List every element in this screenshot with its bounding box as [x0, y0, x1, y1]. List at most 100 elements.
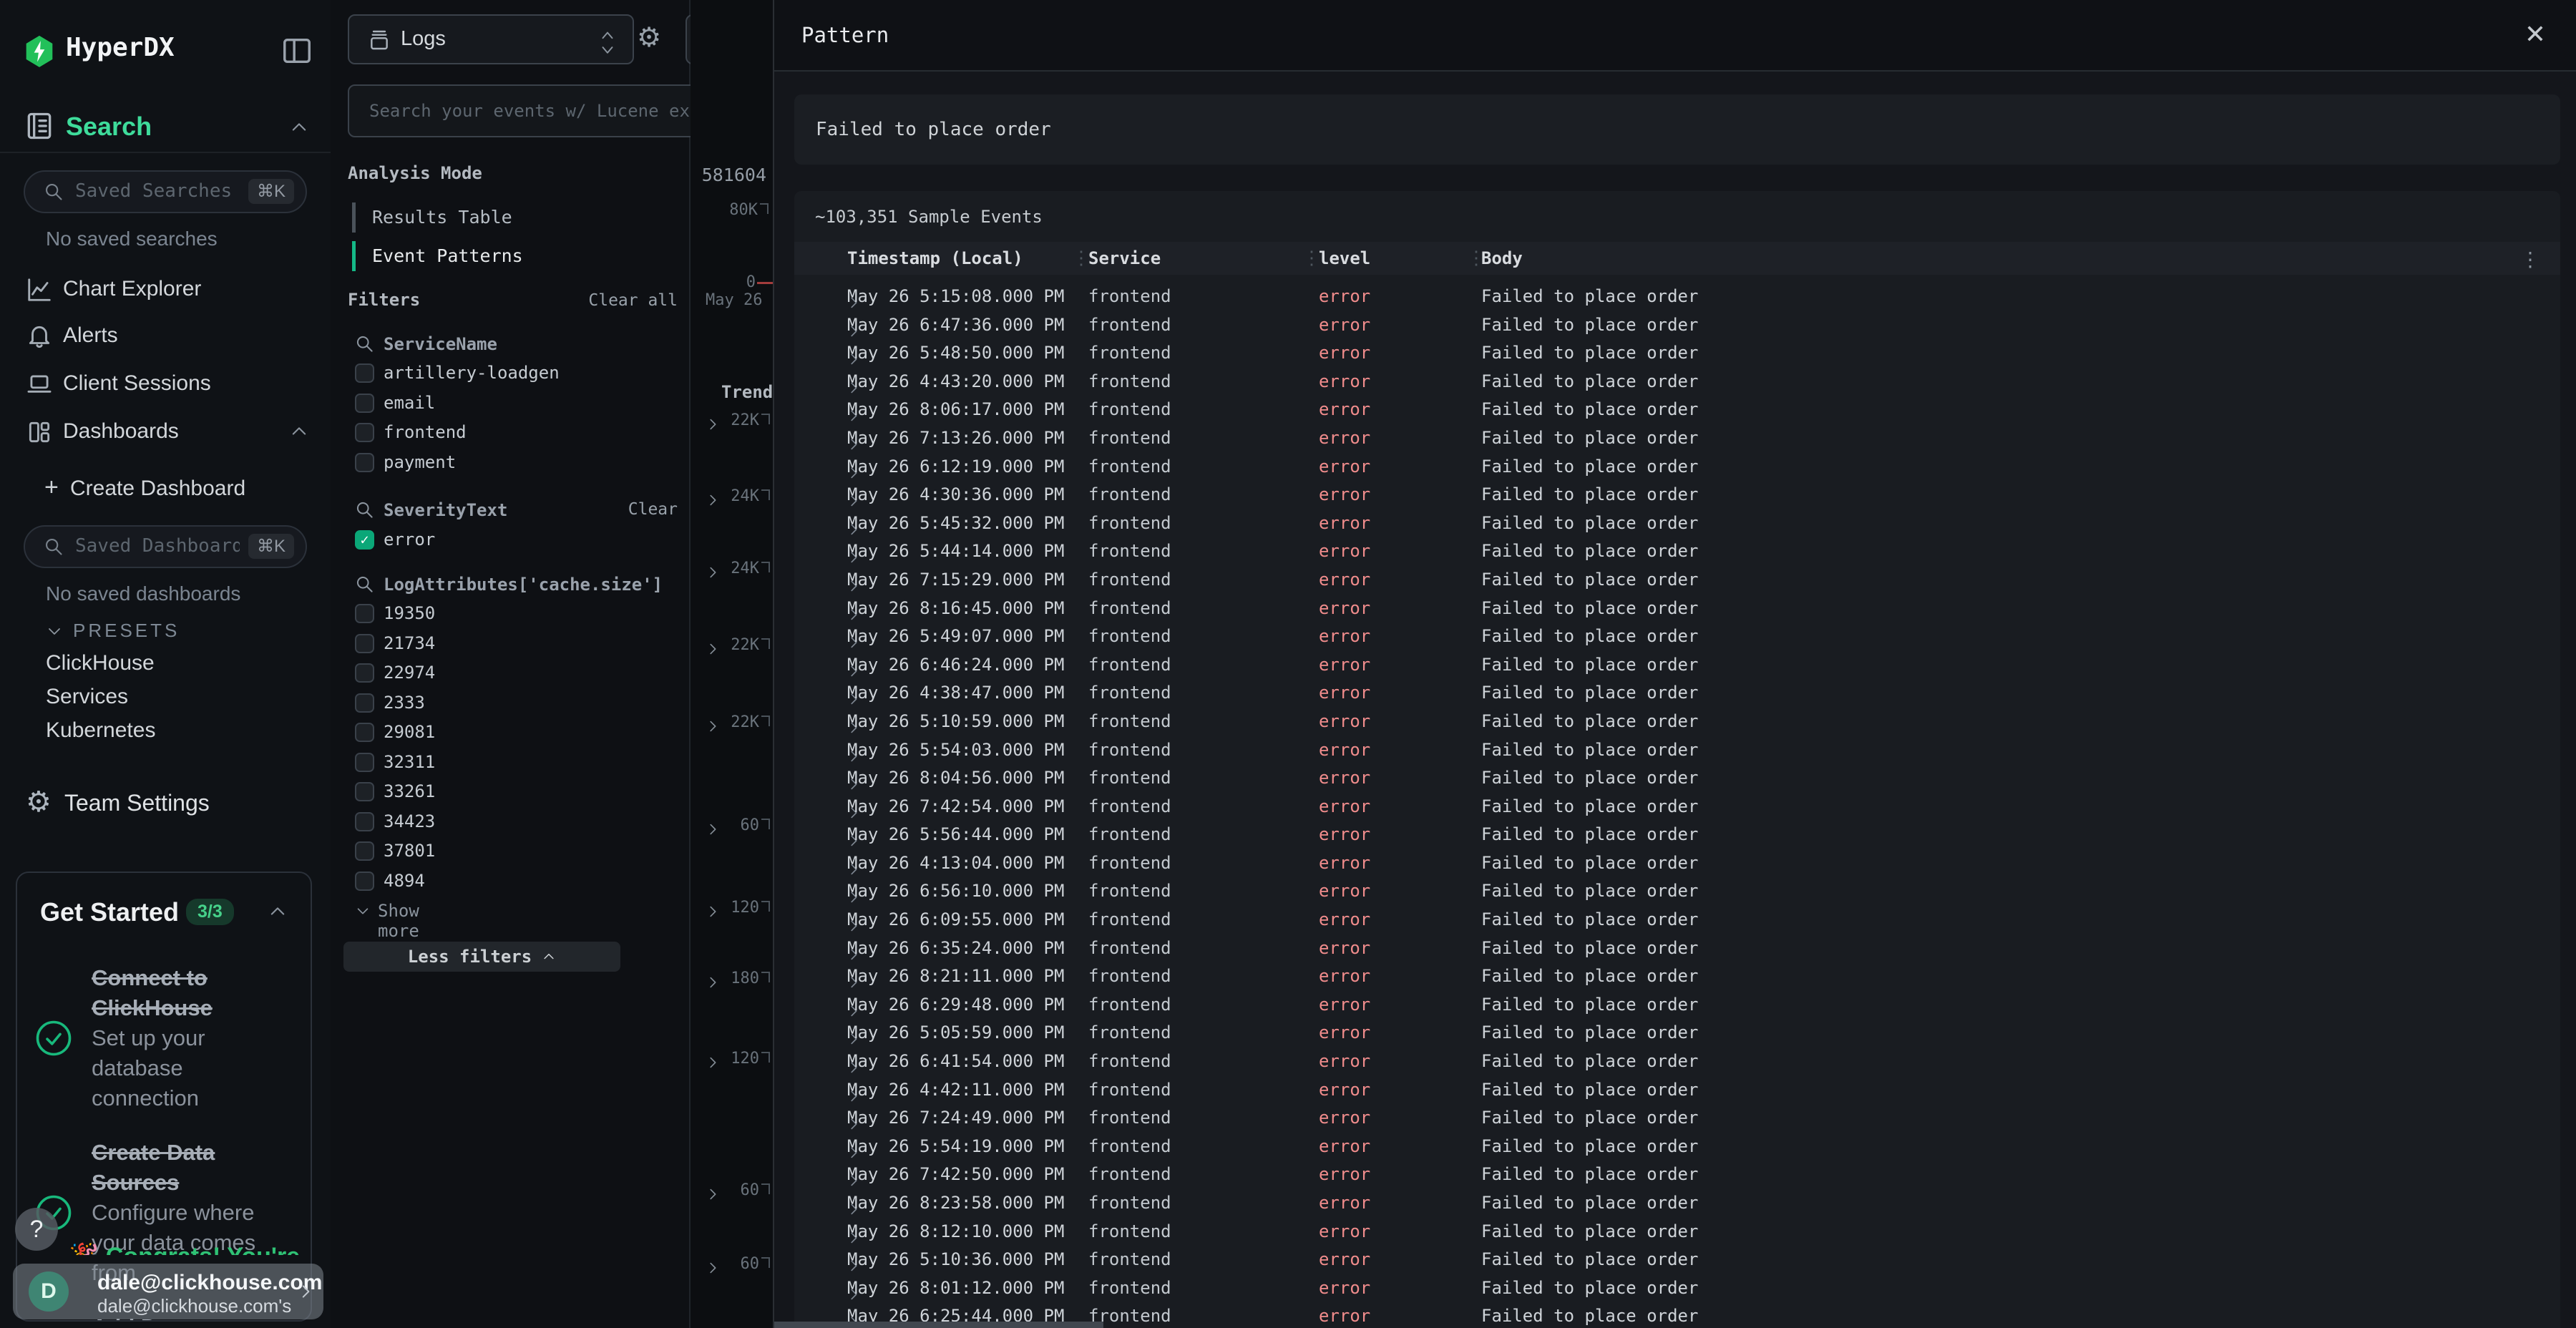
- filter-option[interactable]: 29081: [355, 718, 663, 748]
- sample-event-row[interactable]: May 26 4:30:36.000 PM frontend error Fai…: [794, 480, 2560, 509]
- chevron-right-icon[interactable]: [820, 1195, 836, 1211]
- chevron-right-icon[interactable]: [820, 288, 836, 304]
- sidebar-item-team-settings[interactable]: ⚙ Team Settings: [0, 784, 331, 821]
- sample-event-row[interactable]: May 26 5:49:07.000 PM frontend error Fai…: [794, 622, 2560, 650]
- search-section-header[interactable]: Search: [0, 107, 331, 147]
- analysis-option-results-table[interactable]: Results Table: [352, 201, 653, 234]
- sidebar-item-chart-explorer[interactable]: Chart Explorer: [0, 270, 331, 308]
- chevron-right-icon[interactable]: [698, 819, 713, 834]
- column-header-body[interactable]: Body: [1481, 248, 1523, 268]
- sample-event-row[interactable]: May 26 8:16:45.000 PM frontend error Fai…: [794, 594, 2560, 622]
- chevron-right-icon[interactable]: [820, 487, 836, 502]
- chevron-right-icon[interactable]: [820, 713, 836, 729]
- checkbox-checked[interactable]: ✓: [355, 530, 374, 550]
- filter-option[interactable]: 22974: [355, 658, 663, 688]
- sample-event-row[interactable]: May 26 7:24:49.000 PM frontend error Fai…: [794, 1103, 2560, 1132]
- chevron-right-icon[interactable]: [698, 1183, 713, 1199]
- chevron-right-icon[interactable]: [698, 489, 713, 505]
- column-header-level[interactable]: level: [1319, 248, 1370, 268]
- sample-event-row[interactable]: May 26 6:12:19.000 PM frontend error Fai…: [794, 452, 2560, 481]
- chevron-right-icon[interactable]: [820, 572, 836, 587]
- chevron-right-icon[interactable]: [820, 317, 836, 333]
- chevron-right-icon[interactable]: [820, 826, 836, 842]
- chevron-right-icon[interactable]: [820, 600, 836, 616]
- analysis-option-event-patterns[interactable]: Event Patterns: [352, 240, 653, 273]
- chevron-right-icon[interactable]: [820, 940, 836, 956]
- checkbox[interactable]: [355, 634, 374, 653]
- chevron-right-icon[interactable]: [820, 543, 836, 559]
- checkbox[interactable]: [355, 423, 374, 442]
- pattern-row-partial[interactable]: 120: [691, 898, 773, 919]
- chevron-right-icon[interactable]: [820, 628, 836, 644]
- chevron-right-icon[interactable]: [820, 374, 836, 389]
- checkbox[interactable]: [355, 693, 374, 713]
- filter-option[interactable]: payment: [355, 448, 663, 478]
- sample-event-row[interactable]: May 26 5:10:59.000 PM frontend error Fai…: [794, 707, 2560, 736]
- sample-event-row[interactable]: May 26 5:10:36.000 PM frontend error Fai…: [794, 1245, 2560, 1274]
- sidebar-item-client-sessions[interactable]: Client Sessions: [0, 365, 331, 402]
- chevron-right-icon[interactable]: [820, 742, 836, 758]
- sample-event-row[interactable]: May 26 7:42:54.000 PM frontend error Fai…: [794, 792, 2560, 821]
- chevron-right-icon[interactable]: [820, 912, 836, 927]
- chevron-right-icon[interactable]: [820, 459, 836, 474]
- sidebar-item-alerts[interactable]: Alerts: [0, 317, 331, 354]
- chevron-right-icon[interactable]: [820, 345, 836, 361]
- saved-dashboards-search[interactable]: ⌘K: [24, 525, 307, 568]
- help-button[interactable]: ?: [15, 1208, 58, 1251]
- sample-event-row[interactable]: May 26 6:09:55.000 PM frontend error Fai…: [794, 905, 2560, 934]
- clear-link[interactable]: Clear: [628, 500, 678, 519]
- chevron-right-icon[interactable]: [820, 1280, 836, 1296]
- sample-event-row[interactable]: May 26 6:41:54.000 PM frontend error Fai…: [794, 1047, 2560, 1075]
- chevron-right-icon[interactable]: [820, 968, 836, 984]
- pattern-row-partial[interactable]: 60: [691, 1181, 773, 1202]
- search-icon[interactable]: [355, 334, 374, 353]
- sample-event-row[interactable]: May 26 7:15:29.000 PM frontend error Fai…: [794, 565, 2560, 594]
- filter-option[interactable]: 37801: [355, 836, 663, 866]
- chevron-right-icon[interactable]: [698, 562, 713, 577]
- chevron-right-icon[interactable]: [820, 799, 836, 814]
- chevron-right-icon[interactable]: [820, 883, 836, 899]
- preset-item[interactable]: Services: [46, 685, 289, 718]
- filter-option[interactable]: email: [355, 389, 663, 419]
- sample-event-row[interactable]: May 26 4:13:04.000 PM frontend error Fai…: [794, 849, 2560, 877]
- filter-option[interactable]: ✓ error: [355, 525, 663, 555]
- search-icon[interactable]: [355, 500, 374, 519]
- sample-event-row[interactable]: May 26 6:56:10.000 PM frontend error Fai…: [794, 877, 2560, 905]
- chevron-right-icon[interactable]: [820, 515, 836, 531]
- sample-event-row[interactable]: May 26 5:45:32.000 PM frontend error Fai…: [794, 509, 2560, 537]
- filter-option[interactable]: 32311: [355, 748, 663, 778]
- sample-event-row[interactable]: May 26 5:05:59.000 PM frontend error Fai…: [794, 1018, 2560, 1047]
- sample-event-row[interactable]: May 26 8:12:10.000 PM frontend error Fai…: [794, 1217, 2560, 1246]
- saved-searches-input[interactable]: [74, 175, 241, 208]
- sample-event-row[interactable]: May 26 4:38:47.000 PM frontend error Fai…: [794, 678, 2560, 707]
- sample-event-row[interactable]: May 26 8:04:56.000 PM frontend error Fai…: [794, 763, 2560, 792]
- saved-searches-search[interactable]: ⌘K: [24, 170, 307, 213]
- checkbox[interactable]: [355, 394, 374, 413]
- filter-option[interactable]: frontend: [355, 418, 663, 448]
- sample-event-row[interactable]: May 26 5:48:50.000 PM frontend error Fai…: [794, 338, 2560, 367]
- source-settings-gear-icon[interactable]: ⚙: [637, 21, 661, 53]
- chevron-right-icon[interactable]: [820, 855, 836, 871]
- pattern-row-partial[interactable]: 22K: [691, 411, 773, 432]
- chevron-right-icon[interactable]: [698, 716, 713, 731]
- sample-event-row[interactable]: May 26 4:43:20.000 PM frontend error Fai…: [794, 367, 2560, 396]
- sample-event-row[interactable]: May 26 7:13:26.000 PM frontend error Fai…: [794, 424, 2560, 452]
- saved-dashboards-input[interactable]: [74, 529, 241, 562]
- chevron-right-icon[interactable]: [820, 770, 836, 786]
- chevron-right-icon[interactable]: [820, 1251, 836, 1267]
- chevron-right-icon[interactable]: [820, 1053, 836, 1069]
- sample-event-row[interactable]: May 26 8:21:11.000 PM frontend error Fai…: [794, 962, 2560, 990]
- sample-event-row[interactable]: May 26 8:23:58.000 PM frontend error Fai…: [794, 1188, 2560, 1217]
- pattern-row-partial[interactable]: 24K: [691, 559, 773, 580]
- chevron-up-icon[interactable]: [289, 421, 309, 441]
- sample-event-row[interactable]: May 26 7:42:50.000 PM frontend error Fai…: [794, 1160, 2560, 1188]
- chevron-right-icon[interactable]: [820, 1025, 836, 1040]
- checkbox[interactable]: [355, 453, 374, 472]
- checkbox[interactable]: [355, 753, 374, 772]
- horizontal-scrollbar[interactable]: [774, 1322, 1103, 1328]
- checkbox[interactable]: [355, 872, 374, 891]
- sidebar-item-dashboards[interactable]: Dashboards: [0, 413, 331, 450]
- filter-option[interactable]: 4894: [355, 866, 663, 897]
- chevron-right-icon[interactable]: [698, 1257, 713, 1273]
- chevron-right-icon[interactable]: [698, 638, 713, 654]
